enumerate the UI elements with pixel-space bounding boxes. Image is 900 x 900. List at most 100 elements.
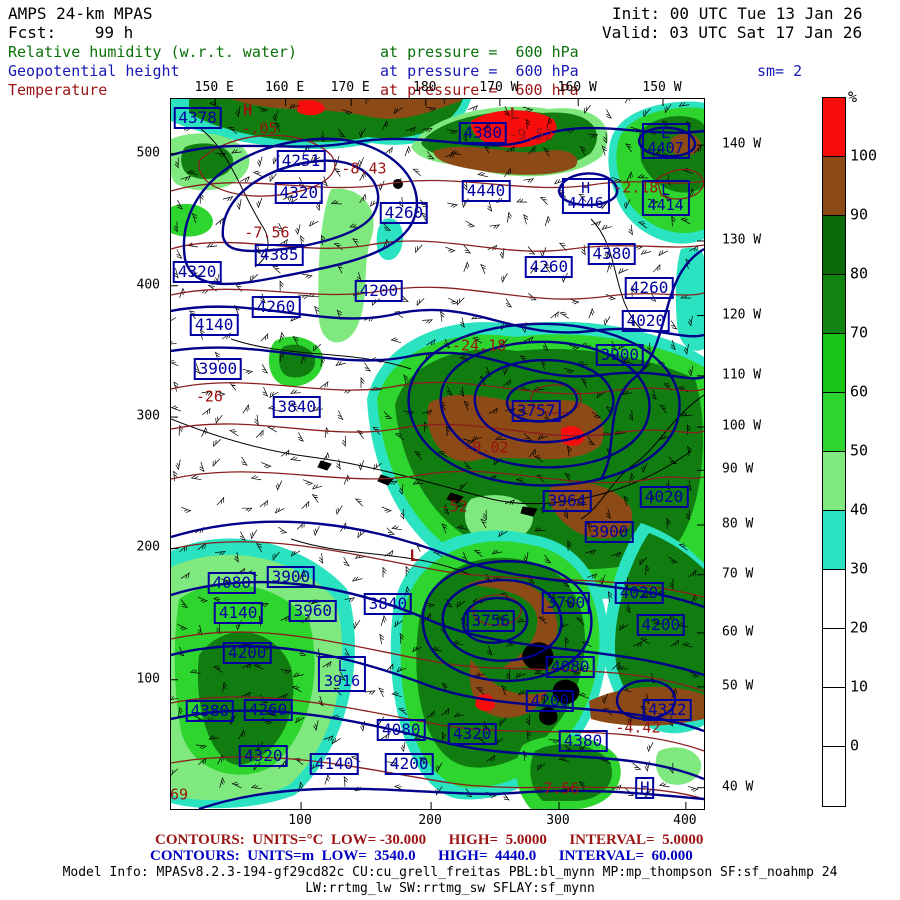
height-contour-label: 4200: [525, 690, 575, 713]
colorbar-tick-label: 60: [850, 382, 869, 401]
axis-tick-label: 80 W: [722, 516, 754, 532]
temperature-label: -9.02: [463, 438, 509, 457]
temperature-label: -7.56: [534, 779, 580, 798]
height-contour-legend: CONTOURS: UNITS=m LOW= 3540.0 HIGH= 4440…: [150, 848, 693, 864]
height-contour-label: 3757: [511, 399, 561, 422]
height-contour-label: 4140: [213, 602, 263, 625]
height-contour-label: 4251: [276, 149, 326, 172]
axis-tick-label: 400: [673, 813, 697, 828]
axis-tick-label: 70 W: [722, 566, 754, 582]
height-contour-label: 4320: [274, 181, 324, 204]
height-contour-label: 4020: [639, 485, 689, 508]
temperature-contour-legend: CONTOURS: UNITS=°C LOW= -30.000 HIGH= 5.…: [155, 832, 704, 848]
page-title: AMPS 24-km MPAS: [8, 4, 153, 23]
colorbar-unit: %: [848, 88, 858, 106]
height-contour-label: 4320: [238, 745, 288, 768]
temperature-label: 69: [169, 785, 189, 804]
smoothing-label: sm= 2: [757, 62, 803, 80]
height-contour-label: 4080: [207, 572, 257, 595]
forecast-hour: Fcst: 99 h: [8, 23, 134, 42]
height-contour-label: 4260: [624, 276, 674, 299]
axis-tick-label: 200: [136, 539, 160, 555]
height-contour-label: 3900: [193, 357, 243, 380]
field-hgt-level: at pressure = 600 hPa: [380, 62, 579, 80]
axis-tick-label: 40 W: [722, 779, 754, 795]
colorbar-tick-label: 50: [850, 441, 869, 460]
colorbar-tick-label: 90: [850, 205, 869, 224]
valid-time: Valid: 03 UTC Sat 17 Jan 26: [602, 23, 863, 42]
colorbar-segment: [823, 570, 845, 629]
temperature-label: -4.42: [615, 718, 661, 737]
height-contour-label: 4380: [458, 122, 508, 145]
height-contour-label: 3900: [584, 521, 634, 544]
height-contour-label: 4260: [379, 202, 429, 225]
model-info-line1: Model Info: MPASv8.2.3-194-gf29cd82c CU:…: [62, 865, 838, 880]
weather-plot-page: AMPS 24-km MPAS Fcst: 99 h Init: 00 UTC …: [0, 0, 900, 900]
axis-tick-label: 50 W: [722, 678, 754, 694]
axis-tick-label: 150 W: [642, 80, 682, 95]
height-contour-label: 4200: [222, 641, 272, 664]
init-time: Init: 00 UTC Tue 13 Jan 26: [612, 4, 863, 23]
field-hgt-name: Geopotential height: [8, 62, 180, 80]
axis-tick-label: 90 W: [722, 461, 754, 477]
temperature-label: -9.52: [508, 125, 554, 143]
height-contour-label: 4380: [558, 729, 608, 752]
height-contour-label: 4378: [173, 107, 222, 130]
pressure-center-value: 4414: [647, 195, 684, 214]
rh-colorbar: [822, 97, 846, 807]
height-center-label: L 4407: [641, 122, 690, 159]
height-center-label: H 4446: [561, 177, 610, 214]
height-contour-label: 4260: [251, 296, 301, 319]
height-contour-label: 4260: [524, 256, 574, 279]
height-contour-label: 3960: [288, 599, 338, 622]
height-contour-label: 3756: [466, 609, 516, 632]
axis-tick-label: 110 W: [722, 367, 762, 383]
temperature-label: -52: [440, 497, 468, 516]
height-contour-label: 3840: [363, 592, 413, 615]
colorbar-tick-label: 0: [850, 736, 860, 755]
axis-tick-label: 300: [136, 408, 160, 424]
height-contour-label: 4380: [185, 700, 235, 723]
axis-tick-label: 170 W: [479, 80, 519, 95]
temperature-label: -26: [195, 387, 223, 406]
height-contour-label: 3840: [272, 396, 322, 419]
temperature-label: -.05: [241, 119, 278, 138]
colorbar-segment: [823, 452, 845, 511]
axis-tick-label: 140 W: [722, 136, 762, 152]
height-contour-label: 4020: [621, 310, 671, 333]
field-tmp-name: Temperature: [8, 81, 108, 99]
axis-tick-label: 100: [288, 813, 312, 828]
pressure-center-value: 4407: [647, 138, 684, 157]
axis-tick-label: 120 W: [722, 307, 762, 323]
colorbar-tick-label: 40: [850, 500, 869, 519]
temperature-label: -24.18: [451, 336, 507, 355]
colorbar-segment: [823, 98, 845, 157]
axis-tick-label: 170 E: [330, 80, 370, 95]
pressure-center-value: 3916: [324, 672, 361, 691]
height-contour-label: 4080: [545, 656, 595, 678]
height-contour-label: 4385: [254, 244, 304, 267]
height-contour-label: 4260: [243, 699, 293, 722]
height-contour-label: 3900: [595, 344, 645, 367]
colorbar-segment: [823, 747, 845, 806]
temperature-label: H: [242, 100, 253, 120]
colorbar-segment: [823, 629, 845, 688]
field-rh-level: at pressure = 600 hPa: [380, 43, 579, 61]
axis-tick-label: 130 W: [722, 232, 762, 248]
colorbar-tick-label: 30: [850, 559, 869, 578]
temperature-label: -7.56: [244, 223, 290, 242]
height-contour-label: 4080: [376, 719, 426, 742]
colorbar-tick-label: 10: [850, 677, 869, 696]
colorbar-segment: [823, 275, 845, 334]
height-contour-label: 4200: [354, 279, 404, 302]
axis-tick-label: 500: [136, 145, 160, 161]
temperature-label: L: [409, 546, 419, 566]
map-panel: 4378 H -.05 4251 -8.43 4320 4260 -7.56 4385 4320 4…: [170, 98, 705, 810]
contour-labels-layer: 4378 H -.05 4251 -8.43 4320 4260 -7.56 4385 4320 4…: [169, 99, 704, 809]
colorbar-tick-label: 70: [850, 323, 869, 342]
axis-tick-label: 160 E: [265, 80, 305, 95]
axis-tick-label: 60 W: [722, 624, 754, 640]
colorbar-tick-label: 80: [850, 264, 869, 283]
height-contour-label: 4440: [461, 180, 511, 203]
colorbar-tick-label: 20: [850, 618, 869, 637]
